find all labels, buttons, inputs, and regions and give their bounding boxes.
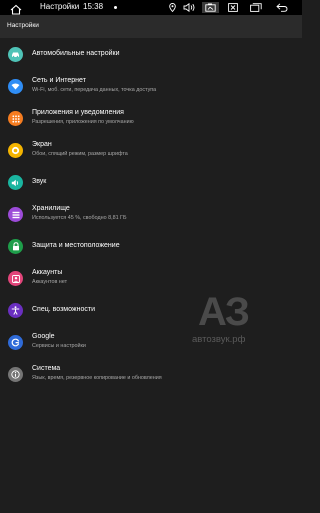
wifi-icon bbox=[8, 79, 23, 94]
settings-item-network[interactable]: Сеть и Интернет Wi-Fi, моб. сети, переда… bbox=[0, 70, 302, 102]
settings-item-subtitle: Используется 45 %, свободно 8,81 ГБ bbox=[32, 215, 127, 221]
settings-item-display[interactable]: Экран Обои, спящий режим, размер шрифта bbox=[0, 134, 302, 166]
notification-dot-icon bbox=[114, 6, 117, 9]
settings-item-system[interactable]: Система Язык, время, резервное копирован… bbox=[0, 358, 302, 390]
settings-item-security[interactable]: Защита и местоположение bbox=[0, 230, 302, 262]
status-bar-title: Настройки bbox=[40, 2, 80, 11]
home-icon[interactable] bbox=[10, 2, 22, 15]
settings-item-title: Звук bbox=[32, 178, 47, 185]
settings-item-storage[interactable]: Хранилище Используется 45 %, свободно 8,… bbox=[0, 198, 302, 230]
settings-item-title: Автомобильные настройки bbox=[32, 50, 120, 57]
settings-item-title: Аккаунты bbox=[32, 269, 63, 276]
sound-icon bbox=[8, 175, 23, 190]
google-icon bbox=[8, 335, 23, 350]
recents-icon[interactable] bbox=[249, 2, 262, 13]
settings-item-title: Экран bbox=[32, 141, 52, 148]
apps-icon bbox=[8, 111, 23, 126]
settings-item-title: Защита и местоположение bbox=[32, 242, 120, 249]
close-box-icon[interactable] bbox=[227, 2, 239, 13]
settings-item-subtitle: Язык, время, резервное копирование и обн… bbox=[32, 375, 162, 381]
storage-icon bbox=[8, 207, 23, 222]
settings-item-apps[interactable]: Приложения и уведомления Разрешения, при… bbox=[0, 102, 302, 134]
watermark: АЗ автозвук.рф bbox=[192, 290, 267, 352]
brightness-icon bbox=[8, 143, 23, 158]
settings-item-title: Сеть и Интернет bbox=[32, 77, 86, 84]
settings-item-subtitle: Аккаунтов нет bbox=[32, 279, 68, 285]
account-icon bbox=[8, 271, 23, 286]
watermark-text: автозвук.рф bbox=[192, 334, 246, 345]
page-title: Настройки bbox=[7, 22, 39, 29]
settings-item-subtitle: Разрешения, приложения по умолчанию bbox=[32, 119, 134, 125]
accessibility-icon bbox=[8, 303, 23, 318]
app-header: Настройки bbox=[0, 15, 302, 38]
status-bar-time: 15:38 bbox=[83, 2, 104, 11]
settings-item-title: Приложения и уведомления bbox=[32, 109, 124, 116]
volume-icon[interactable] bbox=[182, 2, 196, 13]
car-icon bbox=[8, 47, 23, 62]
settings-item-car[interactable]: Автомобильные настройки bbox=[0, 38, 302, 70]
watermark-logo: АЗ bbox=[198, 290, 250, 334]
settings-item-title: Система bbox=[32, 365, 61, 372]
back-icon[interactable] bbox=[275, 2, 288, 13]
settings-item-subtitle: Wi-Fi, моб. сети, передача данных, точка… bbox=[32, 87, 157, 93]
settings-item-sound[interactable]: Звук bbox=[0, 166, 302, 198]
settings-item-title: Хранилище bbox=[32, 205, 70, 212]
info-icon bbox=[8, 367, 23, 382]
settings-item-subtitle: Сервисы и настройки bbox=[32, 343, 86, 349]
lock-icon bbox=[8, 239, 23, 254]
status-bar: Настройки 15:38 bbox=[0, 0, 302, 15]
location-icon bbox=[167, 2, 177, 13]
settings-item-title: Спец. возможности bbox=[32, 306, 95, 313]
settings-item-subtitle: Обои, спящий режим, размер шрифта bbox=[32, 151, 128, 157]
screenshot-icon[interactable] bbox=[202, 2, 219, 13]
settings-item-title: Google bbox=[32, 333, 55, 340]
